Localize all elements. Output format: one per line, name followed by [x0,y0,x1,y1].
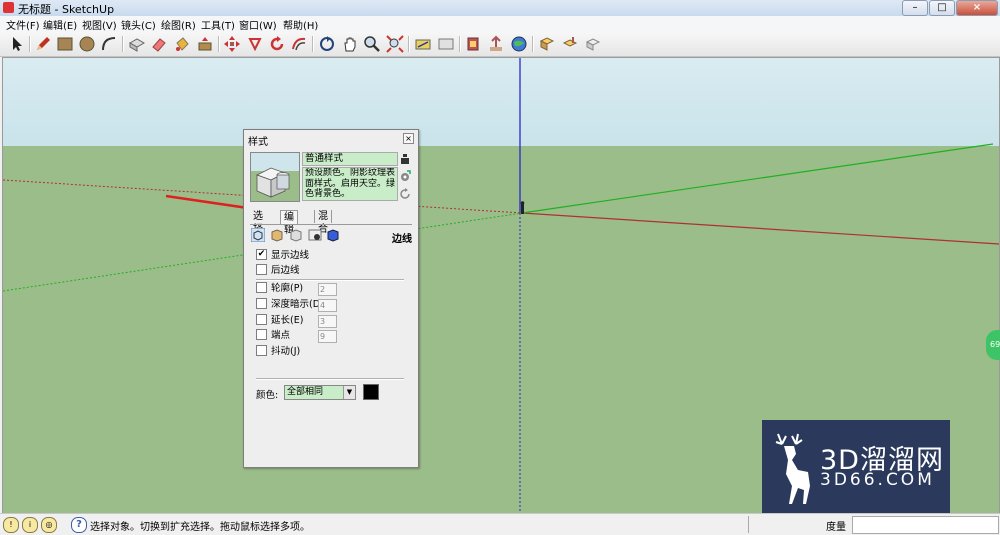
window-title: 无标题 - SketchUp [18,3,115,16]
option-depth-cue[interactable]: 深度暗示(D) [256,298,324,311]
title-bar: 无标题 - SketchUp – □ × [0,0,1000,17]
face-settings-icon[interactable] [270,228,284,242]
select-icon[interactable] [8,35,26,53]
eraser-icon[interactable] [150,35,168,53]
styles-panel-title: 样式 [248,137,268,148]
pan-icon[interactable] [341,35,359,53]
make-component-icon[interactable] [128,35,146,53]
rectangle-icon[interactable] [56,35,74,53]
panel-close-button[interactable]: × [403,133,414,144]
zoom-extents-icon[interactable] [386,35,404,53]
edge-color-label: 颜色: [256,390,279,401]
chevron-down-icon[interactable]: ▼ [343,386,355,399]
style-thumbnail [250,152,300,202]
toggle-terrain-icon[interactable] [437,35,455,53]
checkbox-endpoints[interactable] [256,329,267,340]
watermark-logo: 3D溜溜网 3D66.COM [762,420,950,514]
style-description-field[interactable]: 预设颜色。阴影纹理表面样式。启用天空。绿色背景色。 [302,167,398,201]
checkbox-extension[interactable] [256,314,267,325]
google-earth-icon[interactable] [510,35,528,53]
status-bar: ! i ◎ ? 选择对象。切换到扩充选择。拖动鼠标选择多项。 度量 [0,513,1000,535]
modeling-settings-icon[interactable] [326,228,340,242]
share-model-icon[interactable] [487,35,505,53]
tab-mix[interactable]: 混合 [314,210,332,235]
option-show-edges[interactable]: ✔ 显示边线 [256,249,309,262]
deer-logo-icon [775,433,810,504]
style-name-field[interactable]: 普通样式 [302,152,398,166]
watermark-domain: 3D66.COM [820,470,935,490]
menu-bar: 文件(F) 编辑(E) 视图(V) 镜头(C) 绘图(R) 工具(T) 窗口(W… [0,16,1000,33]
sketchup-app-icon [3,2,14,13]
option-extension[interactable]: 延长(E) [256,314,303,327]
share-component-icon[interactable] [561,35,579,53]
follow-me-icon[interactable] [268,35,286,53]
green-axis-positive [521,143,994,214]
circle-icon[interactable] [78,35,96,53]
background-settings-icon[interactable] [289,228,303,242]
option-jitter[interactable]: 抖动(J) [256,345,300,358]
section-label-edges: 边线 [392,234,412,245]
window-controls: – □ × [901,0,998,16]
user-icon[interactable]: ◎ [41,517,57,533]
measurements-label: 度量 [826,522,846,533]
orbit-icon[interactable] [318,35,336,53]
maximize-button[interactable]: □ [929,0,955,16]
edge-color-swatch[interactable] [363,384,379,400]
create-style-icon[interactable] [399,153,411,165]
extension-icon[interactable] [584,35,602,53]
menu-view[interactable]: 视图(V) [80,17,119,32]
option-back-edges[interactable]: 后边线 [256,264,300,277]
get-component-icon[interactable] [538,35,556,53]
help-icon[interactable]: ? [71,517,87,533]
edge-color-select[interactable]: 全部相同 ▼ [284,385,356,400]
checkbox-show-edges[interactable]: ✔ [256,249,267,260]
checkbox-back-edges[interactable] [256,264,267,275]
rotate-icon[interactable] [246,35,264,53]
option-endpoints[interactable]: 端点 [256,329,290,342]
paint-bucket-icon[interactable] [173,35,191,53]
push-pull-icon[interactable] [196,35,214,53]
minimize-button[interactable]: – [902,0,928,16]
tab-edit[interactable]: 编辑 [280,210,298,236]
menu-draw[interactable]: 绘图(R) [159,17,198,32]
measurements-input[interactable] [852,516,999,534]
geo-location-icon[interactable]: ! [3,517,19,533]
red-axis-positive [521,212,999,245]
move-icon[interactable] [223,35,241,53]
close-button[interactable]: × [956,0,998,16]
status-message: 选择对象。切换到扩充选择。拖动鼠标选择多项。 [90,522,310,533]
arc-icon[interactable] [100,35,118,53]
checkbox-depth-cue[interactable] [256,298,267,309]
endpoints-value-input[interactable]: 9 [318,330,337,343]
menu-help[interactable]: 帮助(H) [281,17,320,32]
offset-icon[interactable] [290,35,308,53]
main-toolbar [0,32,1000,57]
side-badge[interactable]: 69 [986,330,1000,360]
extension-value-input[interactable]: 3 [318,315,337,328]
menu-window[interactable]: 窗口(W) [237,17,279,32]
menu-edit[interactable]: 编辑(E) [41,17,79,32]
depth-cue-value-input[interactable]: 4 [318,299,337,312]
watermark-settings-icon[interactable] [308,228,322,242]
update-style-icon[interactable] [399,170,411,182]
zoom-icon[interactable] [363,35,381,53]
get-models-icon[interactable] [464,35,482,53]
add-location-icon[interactable] [414,35,432,53]
styles-panel: 样式 × 普通样式 预设颜色。阴影纹理表面样式。启用天空。绿色背景色。 选择 编… [243,129,419,468]
pencil-icon[interactable] [34,35,52,53]
menu-tools[interactable]: 工具(T) [199,17,237,32]
tab-select[interactable]: 选择 [250,210,266,235]
person-figure [520,201,525,214]
menu-file[interactable]: 文件(F) [4,17,42,32]
refresh-icon[interactable] [399,188,411,200]
credits-icon[interactable]: i [22,517,38,533]
option-profiles[interactable]: 轮廓(P) [256,282,303,295]
checkbox-profiles[interactable] [256,282,267,293]
profiles-value-input[interactable]: 2 [318,283,337,296]
checkbox-jitter[interactable] [256,345,267,356]
menu-camera[interactable]: 镜头(C) [119,17,158,32]
edge-settings-icon[interactable] [250,227,266,243]
